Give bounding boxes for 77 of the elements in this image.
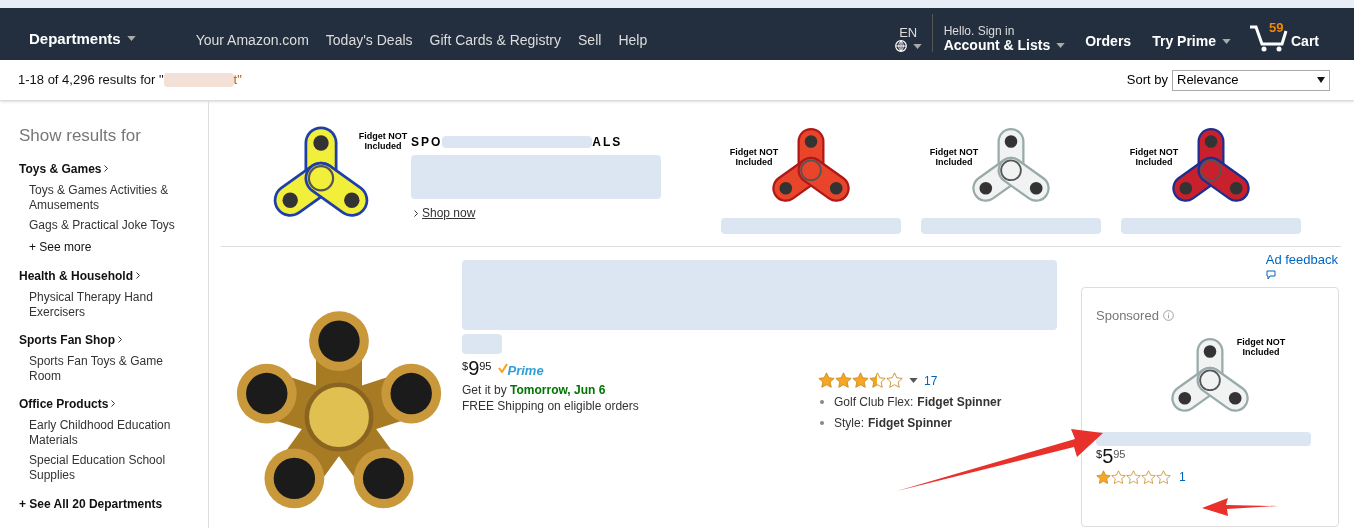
price-fraction: 95 xyxy=(479,358,492,372)
subcategory-link[interactable]: Special Education School Supplies xyxy=(19,452,208,483)
star-icon xyxy=(886,372,903,389)
departments-menu[interactable]: Departments xyxy=(29,27,136,50)
category-link[interactable]: Health & Household xyxy=(19,266,208,285)
category-link[interactable]: Toys & Games xyxy=(19,159,208,178)
see-all-departments-link[interactable]: + See All 20 Departments xyxy=(19,494,208,513)
prime-logo: Prime xyxy=(507,361,544,380)
star-icon xyxy=(1111,469,1126,485)
chevron-icon xyxy=(104,165,109,172)
dropdown-arrow-icon xyxy=(1317,77,1325,83)
see-more-link[interactable]: + See more xyxy=(19,237,208,256)
star-icon xyxy=(818,372,835,389)
category-link[interactable]: Office Products xyxy=(19,394,208,413)
nav-link[interactable]: Sell xyxy=(578,30,602,51)
caret-icon xyxy=(1056,42,1066,48)
sort-dropdown[interactable]: Relevance xyxy=(1172,69,1330,91)
ad-feedback-link[interactable]: Ad feedback xyxy=(1265,250,1338,280)
account-menu[interactable]: Hello. Sign in Account & Lists xyxy=(943,24,1066,52)
star-icon xyxy=(1156,469,1171,485)
bullet-icon xyxy=(820,420,824,425)
speech-bubble-icon xyxy=(1265,269,1276,280)
query-text: t" xyxy=(233,71,242,90)
sidebar-title: Show results for xyxy=(19,125,142,147)
nav-link[interactable]: Gift Cards & Registry xyxy=(429,30,561,51)
subcategory-link[interactable]: Toys & Games Activities & Amusements xyxy=(19,182,208,213)
subcategory-link[interactable]: Sports Fan Toys & Game Room xyxy=(19,353,208,384)
star-icon xyxy=(852,372,869,389)
bullet-icon xyxy=(820,399,824,404)
price-currency: $ xyxy=(462,358,469,372)
caret-icon xyxy=(1222,39,1231,44)
nav-link[interactable]: Help xyxy=(618,30,648,51)
redacted-block xyxy=(462,333,502,354)
chevron-icon xyxy=(136,272,140,279)
star-icon xyxy=(869,372,886,389)
review-count-link[interactable]: 17 xyxy=(924,371,938,390)
chevron-icon xyxy=(118,336,122,343)
sponsored-label: Sponsored xyxy=(1096,306,1159,325)
subcategory-link[interactable]: Physical Therapy Hand Exercisers xyxy=(19,289,208,320)
star-icon xyxy=(1126,469,1141,485)
price-whole: 9 xyxy=(468,357,480,378)
nav-link[interactable]: Your Amazon.com xyxy=(195,30,309,51)
banner-heading: SPO xyxy=(411,134,443,151)
shipping-text: FREE Shipping on eligible orders xyxy=(462,398,640,414)
chevron-icon xyxy=(414,209,418,217)
review-count-link[interactable]: 1 xyxy=(1179,468,1186,486)
category-link[interactable]: Sports Fan Shop xyxy=(19,330,208,349)
caret-icon xyxy=(909,378,918,383)
prime-menu[interactable]: Try Prime xyxy=(1152,31,1231,52)
price-currency: $ xyxy=(1096,447,1103,460)
price-whole: 5 xyxy=(1102,446,1114,466)
attribute-value: Fidget Spinner xyxy=(868,414,952,432)
subcategory-link[interactable]: Gags & Practical Joke Toys xyxy=(19,217,208,233)
price-fraction: 95 xyxy=(1113,447,1126,460)
subcategory-link[interactable]: Early Childhood Education Materials xyxy=(19,417,208,448)
star-icon xyxy=(1141,469,1156,485)
globe-icon xyxy=(894,40,907,52)
delivery-text: Get it by Tomorrow, Jun 6 xyxy=(462,382,607,398)
orders-link[interactable]: Orders xyxy=(1085,31,1132,52)
star-icon xyxy=(1096,469,1111,485)
sort-label: Sort by xyxy=(1126,71,1168,90)
caret-icon xyxy=(912,43,922,49)
star-icon xyxy=(835,372,852,389)
results-summary: 1-18 of 4,296 results for " xyxy=(18,71,164,90)
caret-icon xyxy=(126,36,136,42)
attribute-label: Golf Club Flex: xyxy=(834,393,914,411)
attribute-value: Fidget Spinner xyxy=(917,393,1002,411)
shop-now-link[interactable]: Shop now xyxy=(422,204,476,222)
cart-icon xyxy=(1249,24,1289,52)
info-icon xyxy=(1162,309,1174,321)
chevron-icon xyxy=(111,400,116,407)
attribute-label: Style: xyxy=(834,414,864,432)
language-selector[interactable]: EN xyxy=(894,26,922,52)
nav-link[interactable]: Today's Deals xyxy=(325,30,413,51)
redacted-block xyxy=(163,73,234,87)
check-icon xyxy=(497,362,508,373)
banner-heading-tail: ALS xyxy=(592,134,623,151)
